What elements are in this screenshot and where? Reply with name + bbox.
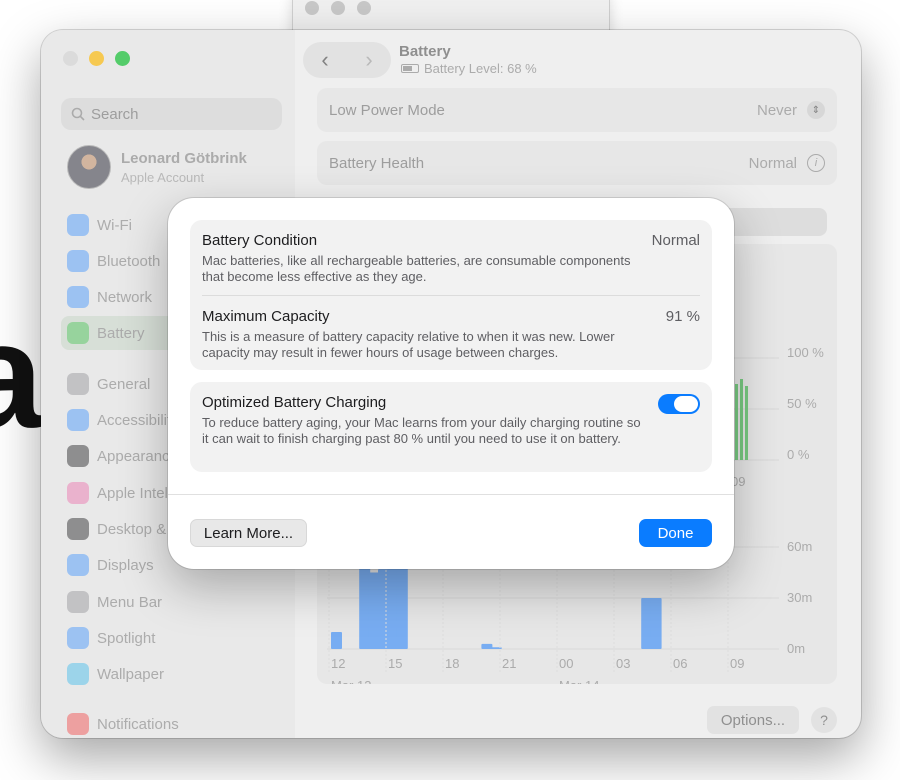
traffic-light-dim (357, 1, 371, 15)
battery-condition-value: Normal (651, 232, 700, 249)
max-capacity-title: Maximum Capacity (202, 308, 330, 325)
optimized-charging-title: Optimized Battery Charging (202, 394, 387, 411)
traffic-light-dim (305, 1, 319, 15)
max-capacity-item: Maximum Capacity 91 % This is a measure … (202, 308, 700, 361)
optimized-charging-item: Optimized Battery Charging To reduce bat… (202, 394, 700, 447)
footer-divider (168, 494, 734, 495)
battery-condition-item: Battery Condition Normal Mac batteries, … (202, 232, 700, 285)
traffic-light-dim (331, 1, 345, 15)
divider (202, 295, 700, 296)
learn-more-button[interactable]: Learn More... (190, 519, 307, 547)
optimized-charging-desc: To reduce battery aging, your Mac learns… (202, 415, 641, 446)
health-group: Battery Condition Normal Mac batteries, … (190, 220, 712, 370)
battery-condition-title: Battery Condition (202, 232, 318, 249)
done-button[interactable]: Done (639, 519, 712, 547)
max-capacity-value: 91 % (665, 308, 700, 325)
max-capacity-desc: This is a measure of battery capacity re… (202, 329, 615, 360)
optimized-charging-group: Optimized Battery Charging To reduce bat… (190, 382, 712, 472)
optimized-charging-toggle[interactable] (658, 394, 700, 414)
battery-health-sheet: Battery Condition Normal Mac batteries, … (168, 198, 734, 569)
battery-condition-desc: Mac batteries, like all rechargeable bat… (202, 253, 631, 284)
